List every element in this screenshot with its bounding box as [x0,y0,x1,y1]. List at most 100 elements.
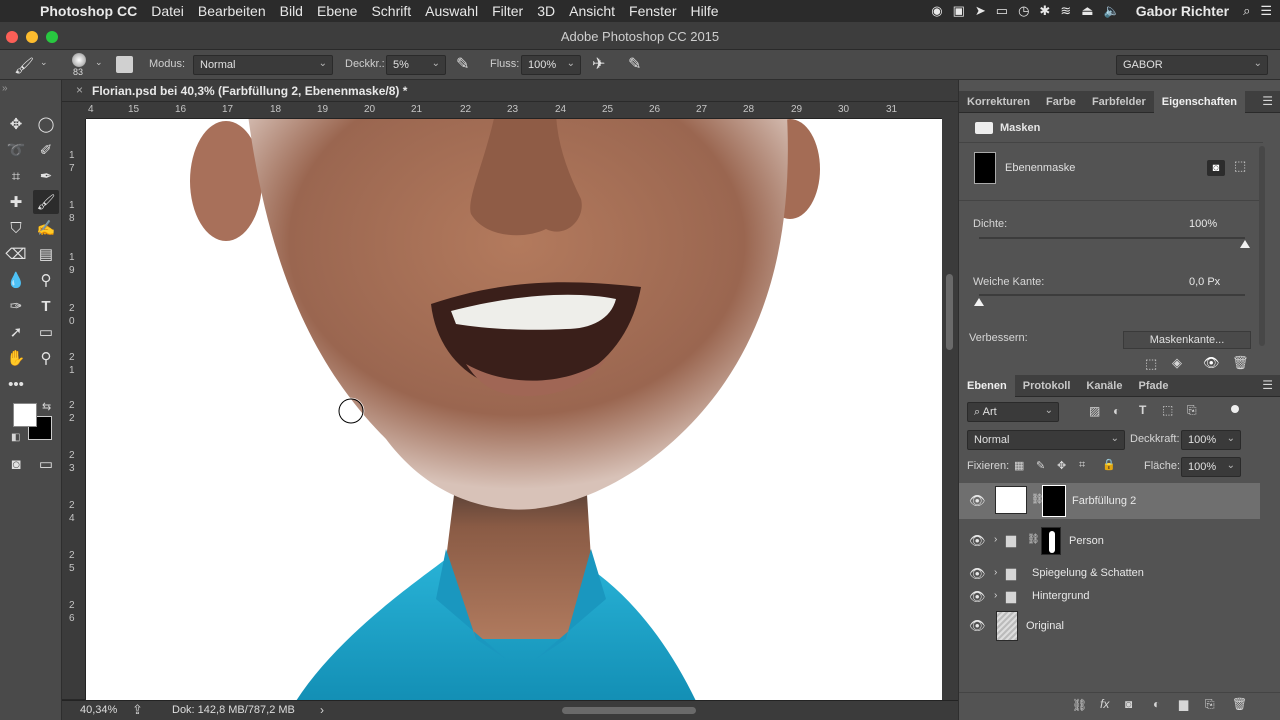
opacity-field[interactable]: 5% ⌄ [386,55,446,75]
filter-adjustment-layers-icon[interactable]: ◐ [1113,404,1120,418]
brush-preview-icon[interactable] [72,53,86,67]
menu-bild[interactable]: Bild [280,3,303,19]
tab-farbe[interactable]: Farbe [1038,91,1084,113]
feather-value[interactable]: 0,0 Px [1189,276,1220,288]
gradient-tool-icon[interactable]: ▤ [33,242,59,266]
menu-3d[interactable]: 3D [537,3,555,19]
lock-transparent-pixels-icon[interactable]: ▦ [1014,459,1024,472]
layer-row-farbfuellung-2[interactable]: 👁 ⛓ Farbfüllung 2 [959,483,1260,519]
fill-field[interactable]: 100% ⌄ [1181,457,1241,477]
refine-mask-edge-button[interactable]: Maskenkante... [1123,331,1251,349]
panel-collapse-icon[interactable]: » [2,83,8,94]
default-colors-icon[interactable]: ◧ [11,432,20,443]
menu-schrift[interactable]: Schrift [371,3,411,19]
airbrush-icon[interactable]: ✈ [592,54,605,74]
wifi-icon[interactable]: ≋ [1060,3,1071,19]
properties-scrollbar[interactable] [1259,146,1265,346]
zoom-tool-icon[interactable]: ⚲ [33,346,59,370]
document-tab[interactable]: × Florian.psd bei 40,3% (Farbfüllung 2, … [62,80,958,102]
filter-type-layers-icon[interactable]: T [1139,403,1146,417]
tab-kanaele[interactable]: Kanäle [1078,375,1130,397]
expand-chevron-icon[interactable]: › [994,567,997,578]
layer-row-hintergrund[interactable]: 👁 › ▆ Hintergrund [959,585,1260,609]
pressure-size-icon[interactable]: ✎ [628,54,641,74]
panel-menu-icon[interactable]: ☰ [1262,94,1273,108]
eject-icon[interactable]: ⏏ [1081,3,1093,19]
layer-row-original[interactable]: 👁 Original [959,610,1260,642]
tab-farbfelder[interactable]: Farbfelder [1084,91,1154,113]
mask-visibility-eye-icon[interactable]: 👁 [1203,355,1220,371]
workspace-select[interactable]: GABOR ⌄ [1116,55,1268,75]
menu-filter[interactable]: Filter [492,3,523,19]
smart-object-thumbnail[interactable] [996,611,1018,641]
menu-ebene[interactable]: Ebene [317,3,357,19]
load-selection-icon[interactable]: ⬚ [1145,356,1157,372]
vertical-scrollbar[interactable] [942,102,958,700]
layer-style-fx-icon[interactable]: fx [1100,697,1109,711]
layer-row-person[interactable]: 👁 › ▆ ⛓ Person [959,526,1260,556]
layer-opacity-field[interactable]: 100% ⌄ [1181,430,1241,450]
expand-chevron-icon[interactable]: › [994,590,997,601]
move-tool-icon[interactable]: ✥ [3,112,29,136]
hand-tool-icon[interactable]: ✋ [3,346,29,370]
expand-chevron-icon[interactable]: › [994,534,997,545]
filter-smart-objects-icon[interactable]: ⎘ [1187,403,1197,418]
history-brush-tool-icon[interactable]: ✍ [33,216,59,240]
filter-shape-layers-icon[interactable]: ⬚ [1162,403,1173,417]
dodge-tool-icon[interactable]: ⚲ [33,268,59,292]
feather-slider-knob[interactable] [974,298,984,306]
pressure-opacity-icon[interactable]: ✎ [456,54,469,74]
new-layer-icon[interactable]: ⎘ [1205,697,1215,712]
add-mask-icon[interactable]: ◙ [1125,697,1132,711]
time-machine-icon[interactable]: ◷ [1018,3,1029,19]
canvas[interactable]: ❦ [86,119,942,701]
fill-layer-thumbnail[interactable] [995,486,1027,514]
zoom-level[interactable]: 40,34% [80,704,117,716]
clone-stamp-tool-icon[interactable]: ⛉ [3,216,29,240]
visibility-eye-icon[interactable]: 👁 [969,493,986,509]
lock-artboard-icon[interactable]: ⌗ [1079,459,1085,472]
horizontal-ruler[interactable]: 4 15 16 17 18 19 20 21 22 23 24 25 26 27… [86,102,942,119]
pen-tool-icon[interactable]: ✑ [3,294,29,318]
new-group-folder-icon[interactable]: ▆ [1179,697,1188,711]
density-slider-knob[interactable] [1240,240,1250,248]
eraser-tool-icon[interactable]: ⌫ [3,242,29,266]
menu-app-name[interactable]: Photoshop CC [40,3,137,19]
apply-mask-icon[interactable]: ◈ [1172,355,1182,371]
tab-eigenschaften[interactable]: Eigenschaften [1153,90,1245,113]
lock-image-pixels-icon[interactable]: ✎ [1036,459,1045,472]
new-adjustment-layer-icon[interactable]: ◐ [1153,697,1160,711]
vertical-scroll-thumb[interactable] [946,274,953,350]
visibility-eye-icon[interactable]: 👁 [969,618,986,634]
blend-mode-select[interactable]: Normal ⌄ [967,430,1125,450]
forward-icon[interactable]: ➤ [975,3,986,19]
flow-field[interactable]: 100% ⌄ [521,55,581,75]
link-layers-icon[interactable]: ⛓ [1072,698,1087,712]
visibility-eye-icon[interactable]: 👁 [969,566,986,582]
quick-mask-icon[interactable]: ◙ [3,452,29,476]
marquee-tool-icon[interactable]: ◯ [33,112,59,136]
bluetooth-icon[interactable]: ✱ [1039,3,1050,19]
record-icon[interactable]: ◉ [931,3,942,19]
status-menu-chevron-icon[interactable]: › [320,703,324,717]
brush-panel-toggle-icon[interactable] [116,56,133,73]
density-slider-track[interactable] [979,237,1245,239]
feather-slider-track[interactable] [979,294,1245,296]
dropbox-icon[interactable]: ▣ [953,3,965,19]
tab-ebenen[interactable]: Ebenen [959,374,1015,397]
layer-filter-select[interactable]: ⌕ Art ⌄ [967,402,1059,422]
type-tool-icon[interactable]: T [33,294,59,318]
layers-panel-menu-icon[interactable]: ☰ [1262,378,1273,392]
volume-icon[interactable]: 🔈 [1104,3,1120,19]
delete-mask-trash-icon[interactable]: 🗑 [1232,355,1249,371]
menu-fenster[interactable]: Fenster [629,3,676,19]
lasso-tool-icon[interactable]: ➰ [3,138,29,162]
close-document-icon[interactable]: × [76,83,83,97]
tool-preset-chevron-icon[interactable]: ⌄ [40,57,48,68]
path-selection-tool-icon[interactable]: ➚ [3,320,29,344]
delete-layer-trash-icon[interactable]: 🗑 [1232,697,1247,711]
brush-tool-active-icon[interactable]: 🖌 [33,190,59,214]
screen-mode-icon[interactable]: ▭ [33,452,59,476]
healing-brush-tool-icon[interactable]: ✚ [3,190,29,214]
brush-picker-chevron-icon[interactable]: ⌄ [95,57,103,68]
